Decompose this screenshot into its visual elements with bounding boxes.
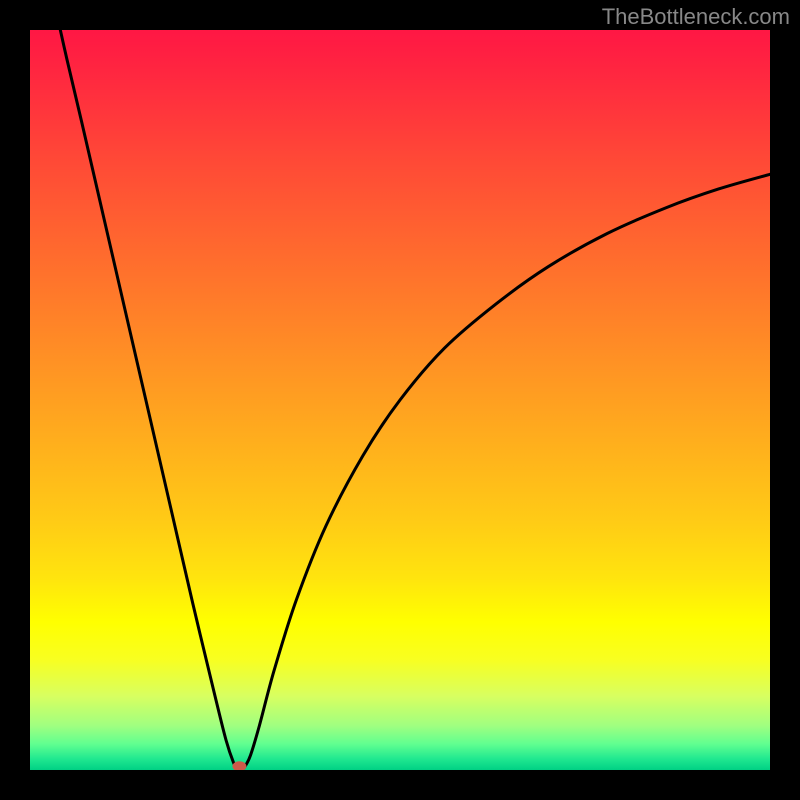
chart-plot-area: [30, 30, 770, 770]
chart-svg: [30, 30, 770, 770]
chart-frame: TheBottleneck.com: [0, 0, 800, 800]
watermark-text: TheBottleneck.com: [602, 4, 790, 30]
